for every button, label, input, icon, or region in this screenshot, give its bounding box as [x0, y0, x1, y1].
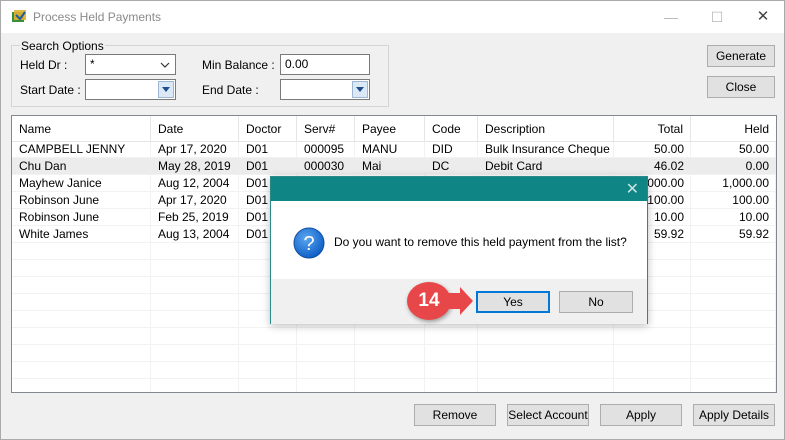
cell-payee: Mai	[362, 159, 382, 173]
table-row[interactable]: CAMPBELL JENNY Apr 17, 2020 D01 000095 MANU D…	[12, 141, 776, 158]
cell-held: 100.00	[732, 193, 769, 207]
cell-held: 50.00	[738, 142, 769, 156]
end-date-label: End Date :	[202, 83, 259, 97]
dropdown-arrow-icon	[356, 87, 364, 92]
min-balance-value: 0.00	[285, 57, 309, 71]
svg-text:?: ?	[303, 233, 314, 255]
table-header: Name Date Doctor Serv# Payee Code Descri…	[12, 116, 776, 142]
cell-held: 1,000.00	[722, 176, 769, 190]
pointer-arrow-icon	[446, 287, 473, 315]
window-title: Process Held Payments	[33, 10, 162, 24]
end-date-picker[interactable]	[280, 79, 370, 100]
cell-date: Aug 12, 2004	[158, 176, 230, 190]
header-serv[interactable]: Serv#	[297, 116, 355, 142]
remove-button[interactable]: Remove	[414, 404, 496, 426]
dialog-close-icon[interactable]: ✕	[626, 179, 639, 199]
apply-details-button[interactable]: Apply Details	[693, 404, 775, 426]
held-dr-label: Held Dr :	[20, 58, 68, 72]
min-balance-label: Min Balance :	[202, 58, 275, 72]
cell-serv: 000030	[304, 159, 345, 173]
cell-description: Debit Card	[485, 159, 543, 173]
header-doctor[interactable]: Doctor	[239, 116, 297, 142]
dropdown-arrow-icon	[162, 87, 170, 92]
cell-doctor: D01	[246, 142, 269, 156]
cell-date: May 28, 2019	[158, 159, 231, 173]
cell-name: CAMPBELL JENNY	[19, 142, 126, 156]
app-icon	[12, 10, 26, 22]
dialog-message: Do you want to remove this held payment …	[334, 235, 627, 249]
start-date-picker[interactable]	[85, 79, 176, 100]
cell-date: Apr 17, 2020	[158, 193, 227, 207]
apply-button[interactable]: Apply	[600, 404, 682, 426]
cell-total: 50.00	[653, 142, 684, 156]
cell-serv: 000095	[304, 142, 345, 156]
cell-date: Aug 13, 2004	[158, 227, 230, 241]
chevron-down-icon	[160, 62, 170, 68]
table-row[interactable]: Chu Dan May 28, 2019 D01 000030 Mai DC Debit C…	[12, 158, 776, 175]
row-gridline	[12, 174, 776, 175]
header-date[interactable]: Date	[151, 116, 239, 142]
cell-name: Robinson June	[19, 210, 100, 224]
row-gridline	[12, 157, 776, 158]
close-button[interactable]: Close	[707, 76, 775, 98]
start-date-label: Start Date :	[20, 83, 81, 97]
header-description[interactable]: Description	[478, 116, 614, 142]
minimize-button[interactable]: —	[651, 5, 691, 29]
cell-name: Robinson June	[19, 193, 100, 207]
title-bar: Process Held Payments — ☐ ✕	[1, 1, 784, 33]
cell-total: 46.02	[653, 159, 684, 173]
cell-name: Mayhew Janice	[19, 176, 102, 190]
cell-doctor: D01	[246, 159, 269, 173]
no-button[interactable]: No	[559, 291, 633, 313]
cell-description: Bulk Insurance Cheque	[485, 142, 610, 156]
dialog-title-bar: ✕	[271, 177, 647, 201]
select-account-button[interactable]: Select Account	[507, 404, 589, 426]
header-code[interactable]: Code	[425, 116, 478, 142]
cell-held: 10.00	[738, 210, 769, 224]
row-gridline	[12, 344, 776, 345]
cell-payee: MANU	[362, 142, 398, 156]
row-gridline	[12, 378, 776, 379]
held-dr-combobox[interactable]: *	[85, 54, 176, 75]
cell-held: 59.92	[738, 227, 769, 241]
cell-code: DC	[432, 159, 450, 173]
header-held[interactable]: Held	[691, 116, 776, 142]
generate-button[interactable]: Generate	[707, 45, 775, 67]
end-date-dropdown-button[interactable]	[352, 81, 368, 98]
cell-name: White James	[19, 227, 89, 241]
cell-held: 0.00	[745, 159, 769, 173]
question-icon: ?	[293, 227, 325, 259]
row-gridline	[12, 327, 776, 328]
cell-name: Chu Dan	[19, 159, 67, 173]
cell-code: DID	[432, 142, 453, 156]
header-payee[interactable]: Payee	[355, 116, 425, 142]
cell-date: Apr 17, 2020	[158, 142, 227, 156]
start-date-dropdown-button[interactable]	[158, 81, 174, 98]
header-total[interactable]: Total	[614, 116, 691, 142]
row-gridline	[12, 361, 776, 362]
cell-date: Feb 25, 2019	[158, 210, 229, 224]
search-options-label: Search Options	[20, 39, 105, 53]
yes-button[interactable]: Yes	[476, 291, 550, 313]
close-window-button[interactable]: ✕	[743, 5, 783, 29]
maximize-button[interactable]: ☐	[697, 5, 737, 29]
header-name[interactable]: Name	[12, 116, 151, 142]
held-dr-value: *	[90, 57, 95, 71]
min-balance-field[interactable]: 0.00	[280, 54, 370, 75]
